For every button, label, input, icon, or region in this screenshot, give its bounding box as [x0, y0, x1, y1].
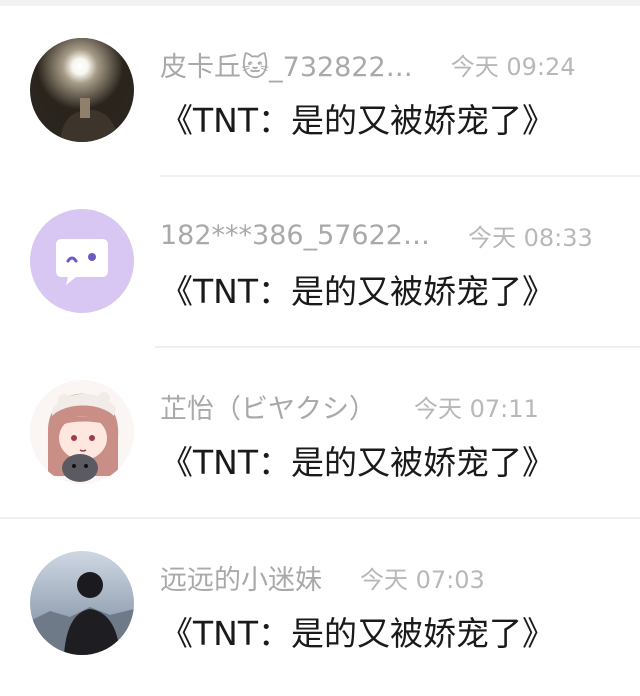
comment-item[interactable]: 皮卡丘🐱_732822… 今天 09:24 《TNT：是的又被娇宠了》 — [0, 6, 640, 177]
comment-text: 《TNT：是的又被娇宠了》 — [160, 443, 556, 482]
user-name[interactable]: 182***386_57622… — [160, 220, 430, 251]
flash-selfie-avatar-icon — [30, 38, 134, 142]
avatar[interactable] — [30, 551, 134, 655]
avatar[interactable] — [30, 380, 134, 484]
comment-item[interactable]: 182***386_57622… 今天 08:33 《TNT：是的又被娇宠了》 — [0, 177, 640, 348]
comment-text: 《TNT：是的又被娇宠了》 — [160, 101, 556, 140]
comment-text: 《TNT：是的又被娇宠了》 — [160, 272, 556, 311]
user-name[interactable]: 皮卡丘🐱_732822… — [160, 45, 413, 84]
avatar[interactable] — [30, 209, 134, 313]
comment-time: 今天 09:24 — [450, 52, 576, 81]
user-name[interactable]: 芷怡（ビヤクシ） — [160, 387, 376, 426]
comment-item[interactable]: 芷怡（ビヤクシ） 今天 07:11 《TNT：是的又被娇宠了》 — [0, 348, 640, 519]
comment-text: 《TNT：是的又被娇宠了》 — [160, 614, 556, 653]
anime-girl-icon — [30, 380, 134, 484]
comment-meta: 182***386_57622… 今天 08:33 — [160, 213, 593, 257]
comment-item[interactable]: 远远的小迷妹 今天 07:03 《TNT：是的又被娇宠了》 — [0, 519, 640, 690]
comment-meta: 远远的小迷妹 今天 07:03 — [160, 555, 485, 599]
comment-time: 今天 07:03 — [360, 565, 485, 594]
comment-time: 今天 07:11 — [414, 394, 539, 423]
comment-list: 皮卡丘🐱_732822… 今天 09:24 《TNT：是的又被娇宠了》 182*… — [0, 6, 640, 690]
user-name[interactable]: 远远的小迷妹 — [160, 558, 322, 597]
avatar[interactable] — [30, 38, 134, 142]
comment-time: 今天 08:33 — [467, 223, 593, 252]
comment-meta: 芷怡（ビヤクシ） 今天 07:11 — [160, 384, 539, 428]
comment-meta: 皮卡丘🐱_732822… 今天 09:24 — [160, 42, 576, 86]
chat-bubble-icon — [30, 209, 134, 313]
silhouette-photo-icon — [30, 551, 134, 655]
